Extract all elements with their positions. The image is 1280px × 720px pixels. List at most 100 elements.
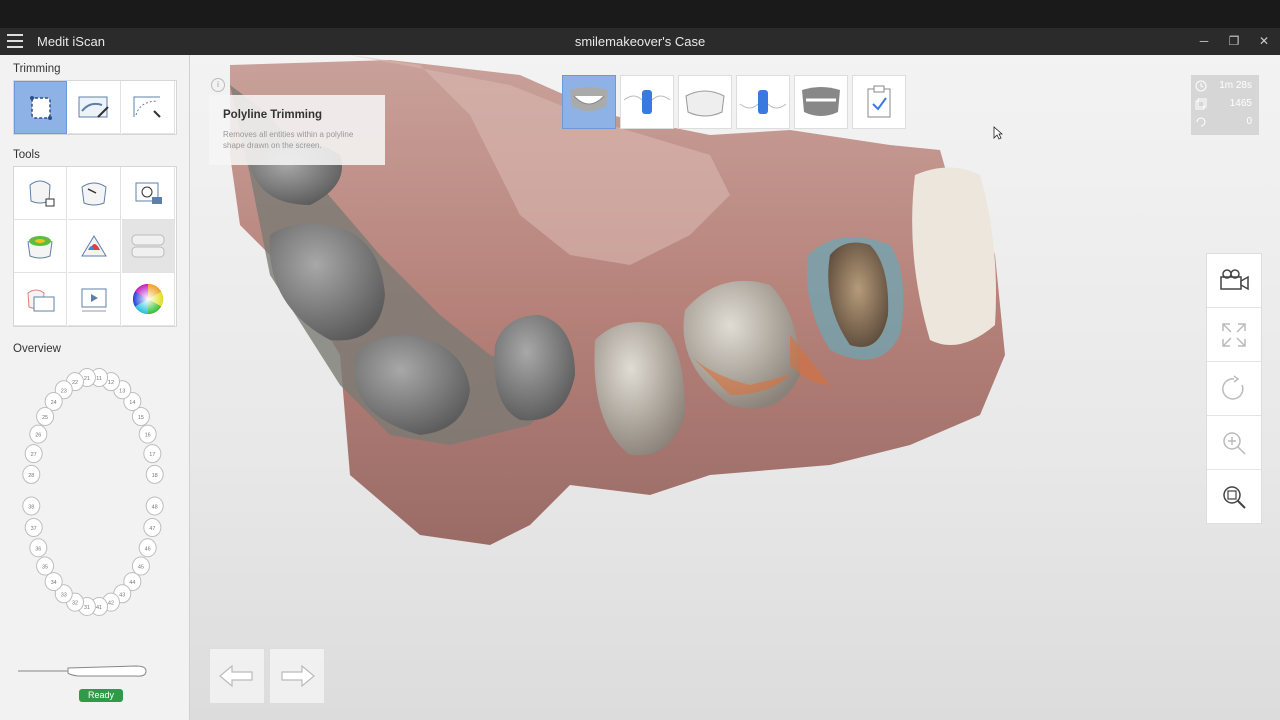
tooth-25[interactable]: 25 — [36, 406, 55, 426]
tooth-number: 12 — [108, 380, 114, 386]
scan-time: 1m 28s — [1219, 80, 1252, 91]
tooth-number: 31 — [84, 605, 90, 611]
color-map-button[interactable] — [14, 220, 67, 273]
occlusion-icon — [81, 235, 107, 257]
tooth-number: 24 — [51, 400, 57, 406]
scan-frame-count: 1465 — [1229, 98, 1252, 109]
tooth-number: 35 — [42, 565, 48, 571]
tooltip-description: Removes all entities within a polyline s… — [223, 130, 354, 150]
tooth-34[interactable]: 34 — [44, 572, 63, 592]
trimming-section-title: Trimming — [13, 63, 61, 75]
zoom-fit-icon — [1223, 485, 1246, 509]
occlusion-stage-icon — [802, 87, 840, 116]
video-icon — [81, 288, 107, 312]
tooth-47[interactable]: 47 — [143, 518, 162, 538]
maxilla-scanbody-stage-icon — [623, 90, 671, 114]
stage-mandible-button[interactable] — [678, 75, 732, 129]
plane-trim-button[interactable] — [122, 81, 175, 134]
maxilla-stage-icon — [570, 87, 608, 111]
stage-maxilla-button[interactable] — [562, 75, 616, 129]
lock-tooth-button[interactable] — [14, 167, 67, 220]
tooth-number: 36 — [35, 546, 41, 552]
rotate-button[interactable] — [1207, 362, 1261, 416]
snapshot-button[interactable] — [14, 273, 67, 326]
tooth-number: 37 — [31, 526, 37, 532]
close-button[interactable]: ✕ — [1251, 32, 1277, 50]
os-top-bar — [0, 0, 1280, 28]
tooth-number: 25 — [42, 415, 48, 421]
snapshot-icon — [27, 289, 55, 312]
tooth-35[interactable]: 35 — [36, 556, 55, 576]
restore-button[interactable]: ❐ — [1221, 32, 1247, 50]
fit-screen-icon — [1222, 322, 1246, 347]
left-sidebar: Trimming Tools Overview 18 17 16 15 14 1… — [0, 55, 190, 720]
capture-3d-button[interactable] — [122, 167, 175, 220]
tooth-36[interactable]: 36 — [29, 538, 48, 558]
redo-icon — [281, 664, 315, 688]
tooltip-title: Polyline Trimming — [223, 109, 323, 121]
case-name: smilemakeover's Case — [574, 34, 706, 49]
tooth-26[interactable]: 26 — [29, 424, 48, 444]
tooth-number: 34 — [51, 580, 57, 586]
tooth-number: 43 — [119, 592, 125, 598]
bite-alignment-button[interactable] — [122, 220, 175, 273]
info-icon[interactable]: i — [211, 78, 225, 92]
tooth-38[interactable]: 38 — [22, 496, 41, 516]
tooth-46[interactable]: 46 — [138, 538, 157, 558]
brush-trim-button[interactable] — [68, 81, 121, 134]
fill-holes-icon — [81, 182, 107, 206]
camera-view-button[interactable] — [1207, 254, 1261, 308]
stage-occlusion-button[interactable] — [794, 75, 848, 129]
tooth-16[interactable]: 16 — [138, 424, 157, 444]
redo-button[interactable] — [269, 648, 325, 704]
complete-stage-icon — [867, 85, 891, 118]
tooth-28[interactable]: 28 — [22, 464, 41, 484]
capture-3d-icon — [135, 182, 162, 204]
overview-section-title: Overview — [13, 343, 61, 355]
hamburger-menu-icon[interactable] — [7, 34, 23, 48]
tooth-chart-overview[interactable]: 18 17 16 15 14 13 12 11 21 22 23 24 25 26 27 28 48 47 46 45… — [13, 365, 173, 625]
scanner-handpiece-icon — [18, 665, 147, 677]
tooth-45[interactable]: 45 — [131, 556, 150, 576]
rotation-icon — [1196, 117, 1206, 127]
tooth-number: 28 — [28, 473, 34, 479]
tooth-number: 47 — [149, 526, 155, 532]
tooth-number: 17 — [149, 452, 155, 458]
fit-screen-button[interactable] — [1207, 308, 1261, 362]
tooth-number: 48 — [152, 504, 158, 510]
tooth-18[interactable]: 18 — [145, 464, 164, 484]
bite-alignment-icon — [131, 234, 165, 258]
tooth-number: 16 — [145, 433, 151, 439]
stage-mandible-scanbody-button[interactable] — [736, 75, 790, 129]
tooth-number: 41 — [96, 605, 102, 611]
tooth-37[interactable]: 37 — [24, 518, 43, 538]
camera-view-icon — [1220, 268, 1249, 290]
tool-tooltip: Polyline Trimming Removes all entities w… — [209, 95, 385, 165]
stage-complete-button[interactable] — [852, 75, 906, 129]
undo-button[interactable] — [209, 648, 265, 704]
tooth-48[interactable]: 48 — [145, 496, 164, 516]
trimming-tool-grid — [13, 80, 177, 135]
tooth-27[interactable]: 27 — [24, 444, 43, 464]
undo-icon — [219, 664, 253, 688]
occlusion-button[interactable] — [68, 220, 121, 273]
mandible-stage-icon — [685, 90, 725, 117]
color-wheel-button[interactable] — [122, 273, 175, 326]
zoom-fit-button[interactable] — [1207, 470, 1261, 523]
app-name: Medit iScan — [37, 34, 105, 49]
tools-grid — [13, 166, 177, 327]
tooth-number: 33 — [61, 592, 67, 598]
stage-maxilla-scanbody-button[interactable] — [620, 75, 674, 129]
zoom-in-button[interactable] — [1207, 416, 1261, 470]
tooth-number: 26 — [35, 433, 41, 439]
polyline-trim-button[interactable] — [14, 81, 67, 134]
fill-holes-button[interactable] — [68, 167, 121, 220]
frames-icon — [1195, 98, 1207, 110]
tooth-number: 23 — [61, 388, 67, 394]
mouse-cursor-icon — [993, 126, 1003, 140]
tooth-number: 32 — [72, 601, 78, 607]
mandible-scanbody-stage-icon — [739, 90, 787, 114]
tooth-17[interactable]: 17 — [143, 444, 162, 464]
video-button[interactable] — [68, 273, 121, 326]
minimize-button[interactable]: ─ — [1191, 32, 1217, 50]
